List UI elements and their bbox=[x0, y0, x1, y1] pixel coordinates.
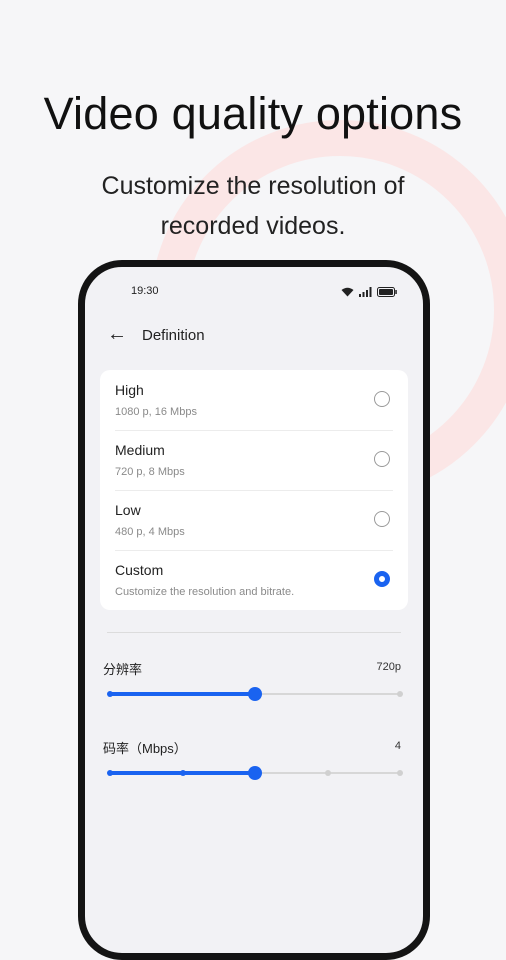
resolution-slider[interactable] bbox=[107, 686, 403, 702]
slider-fill bbox=[110, 692, 255, 696]
section-divider bbox=[107, 632, 401, 633]
option-custom[interactable]: Custom Customize the resolution and bitr… bbox=[100, 550, 408, 610]
promo-headline: Video quality options bbox=[43, 88, 463, 139]
option-low[interactable]: Low 480 p, 4 Mbps bbox=[100, 490, 408, 550]
radio-button[interactable] bbox=[374, 451, 390, 467]
signal-icon bbox=[359, 287, 372, 297]
quality-options-card: High 1080 p, 16 Mbps Medium 720 p, 8 Mbp… bbox=[100, 370, 408, 610]
slider-step-dot bbox=[107, 770, 113, 776]
slider-step-dot bbox=[397, 691, 403, 697]
slider-step-dot bbox=[324, 770, 331, 776]
option-medium[interactable]: Medium 720 p, 8 Mbps bbox=[100, 430, 408, 490]
option-name: Medium bbox=[115, 442, 165, 458]
option-detail: 480 p, 4 Mbps bbox=[115, 526, 185, 538]
option-detail: Customize the resolution and bitrate. bbox=[115, 586, 295, 598]
status-bar: 19:30 bbox=[85, 285, 423, 303]
wifi-icon bbox=[341, 287, 354, 297]
slider-thumb[interactable] bbox=[248, 766, 262, 780]
slider-step-dot bbox=[179, 770, 186, 776]
radio-button[interactable] bbox=[374, 511, 390, 527]
resolution-label: 分辨率 bbox=[103, 662, 143, 677]
resolution-value: 720p bbox=[376, 661, 401, 673]
option-name: High bbox=[115, 382, 144, 398]
option-detail: 1080 p, 16 Mbps bbox=[115, 406, 197, 418]
top-nav: ← Definition bbox=[85, 321, 423, 351]
promo-subline: Customize the resolution of recorded vid… bbox=[101, 172, 405, 240]
bitrate-label: 码率（Mbps） bbox=[103, 741, 187, 756]
status-time: 19:30 bbox=[131, 285, 159, 297]
page-title: Definition bbox=[142, 327, 205, 344]
radio-button[interactable] bbox=[374, 391, 390, 407]
phone-frame: 19:30 ← Definition High 1080 p, 16 Mbps … bbox=[78, 260, 430, 960]
option-name: Low bbox=[115, 502, 141, 518]
slider-step-dot bbox=[397, 770, 403, 776]
option-name: Custom bbox=[115, 562, 164, 578]
back-arrow-icon[interactable]: ← bbox=[107, 323, 127, 346]
option-high[interactable]: High 1080 p, 16 Mbps bbox=[100, 370, 408, 430]
slider-thumb[interactable] bbox=[248, 687, 262, 701]
slider-step-dot bbox=[107, 691, 113, 697]
battery-icon bbox=[377, 287, 397, 297]
option-detail: 720 p, 8 Mbps bbox=[115, 466, 185, 478]
radio-button-selected[interactable] bbox=[374, 571, 390, 587]
bitrate-slider[interactable] bbox=[107, 765, 403, 781]
bitrate-value: 4 bbox=[394, 740, 401, 752]
